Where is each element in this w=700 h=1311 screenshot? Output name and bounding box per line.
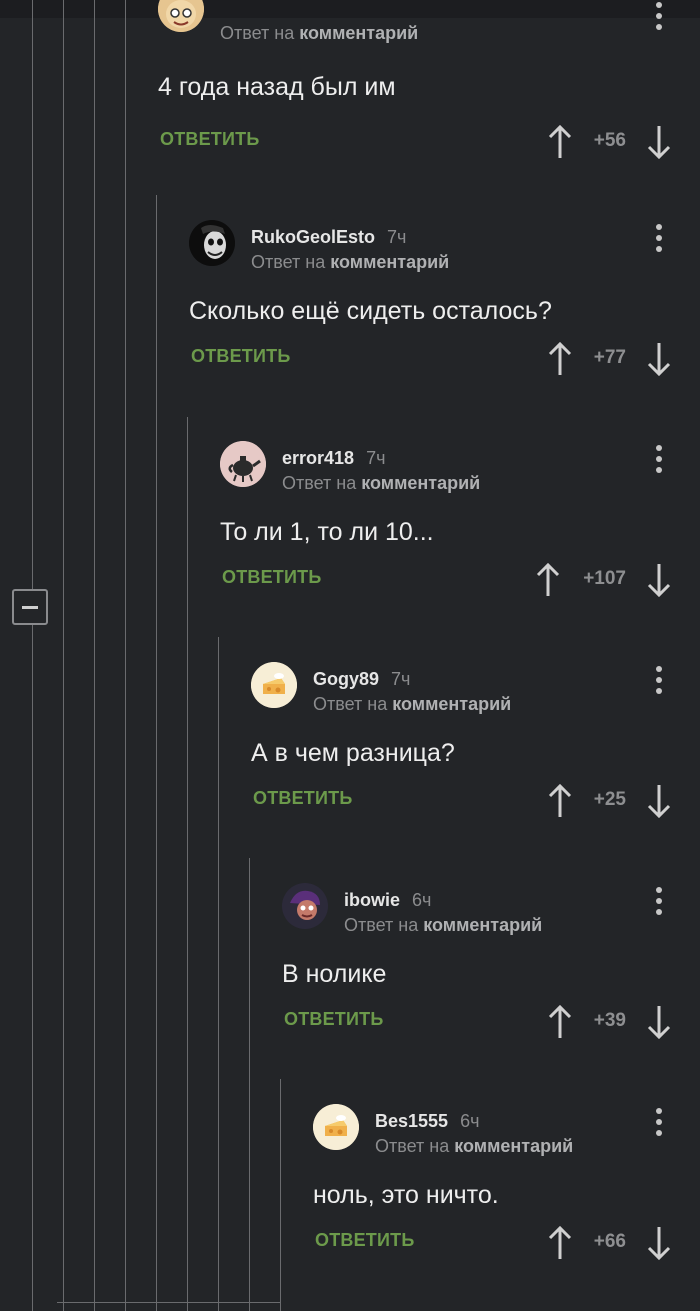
thread-line <box>57 1302 280 1303</box>
reply-info: Ответ на комментарий <box>344 915 543 935</box>
username-link[interactable]: ibowie 6ч <box>344 890 431 911</box>
timestamp: 7ч <box>366 448 386 468</box>
reply-button[interactable]: ОТВЕТИТЬ <box>191 346 290 367</box>
downvote-icon[interactable] <box>646 563 672 598</box>
score: +56 <box>593 130 626 151</box>
thread-line <box>218 637 219 1311</box>
upvote-icon[interactable] <box>547 1004 573 1039</box>
reply-target-link[interactable]: комментарий <box>454 1136 573 1156</box>
comment-text: В нолике <box>282 960 387 988</box>
downvote-icon[interactable] <box>646 784 672 819</box>
downvote-icon[interactable] <box>646 1005 672 1040</box>
reply-info: Ответ на комментарий <box>313 694 512 714</box>
comment-text: Сколько ещё сидеть осталось? <box>189 297 552 325</box>
collapse-thread-button[interactable] <box>12 589 48 625</box>
thread-line <box>94 0 95 1311</box>
teapot-avatar[interactable] <box>220 441 266 487</box>
thread-line <box>187 417 188 1311</box>
reply-target-link[interactable]: комментарий <box>299 23 418 43</box>
score: +77 <box>593 347 626 368</box>
reply-button[interactable]: ОТВЕТИТЬ <box>253 788 352 809</box>
reply-info: Ответ на комментарий <box>282 473 481 493</box>
thread-line <box>280 1079 281 1311</box>
comment-actions: ОТВЕТИТЬ +66 <box>313 1222 678 1262</box>
comment-text: То ли 1, то ли 10... <box>220 518 434 546</box>
default-cheese-avatar[interactable] <box>313 1104 359 1150</box>
more-options-icon[interactable] <box>655 445 663 479</box>
downvote-icon[interactable] <box>646 1226 672 1261</box>
downvote-icon[interactable] <box>646 342 672 377</box>
upvote-icon[interactable] <box>547 124 573 159</box>
reply-button[interactable]: ОТВЕТИТЬ <box>315 1230 414 1251</box>
comment-actions: ОТВЕТИТЬ +77 <box>189 338 678 378</box>
cartoon-face-avatar[interactable] <box>158 0 204 32</box>
username-link[interactable]: error418 7ч <box>282 448 385 469</box>
username-link[interactable]: Gogy89 7ч <box>313 669 410 690</box>
comment-actions: ОТВЕТИТЬ +56 <box>158 121 678 161</box>
downvote-icon[interactable] <box>646 125 672 160</box>
reply-info: Ответ на комментарий <box>220 23 419 43</box>
timestamp: 6ч <box>460 1111 480 1131</box>
reply-info: Ответ на комментарий <box>251 252 450 272</box>
score: +39 <box>593 1010 626 1031</box>
reply-button[interactable]: ОТВЕТИТЬ <box>222 567 321 588</box>
comment-text: ноль, это ничто. <box>313 1181 499 1209</box>
joker-avatar[interactable] <box>189 220 235 266</box>
thread-line <box>63 0 64 1311</box>
reply-target-link[interactable]: комментарий <box>361 473 480 493</box>
reply-button[interactable]: ОТВЕТИТЬ <box>284 1009 383 1030</box>
default-cheese-avatar[interactable] <box>251 662 297 708</box>
timestamp: 7ч <box>387 227 407 247</box>
more-options-icon[interactable] <box>655 666 663 700</box>
more-options-icon[interactable] <box>655 2 663 36</box>
comment-actions: ОТВЕТИТЬ +25 <box>251 780 678 820</box>
thread-line <box>249 858 250 1311</box>
reply-info: Ответ на комментарий <box>375 1136 574 1156</box>
thread-line <box>156 195 157 1311</box>
username-link[interactable]: RukoGeolEsto 7ч <box>251 227 406 248</box>
more-options-icon[interactable] <box>655 224 663 258</box>
timestamp: 6ч <box>412 890 432 910</box>
top-bar <box>0 0 700 18</box>
thread-line <box>125 0 126 1311</box>
reply-target-link[interactable]: комментарий <box>423 915 542 935</box>
comment-actions: ОТВЕТИТЬ +39 <box>282 1001 678 1041</box>
reply-target-link[interactable]: комментарий <box>330 252 449 272</box>
upvote-icon[interactable] <box>535 562 561 597</box>
upvote-icon[interactable] <box>547 341 573 376</box>
thread-line <box>32 0 33 589</box>
username-link[interactable]: Bes1555 6ч <box>375 1111 479 1132</box>
comment-actions: ОТВЕТИТЬ +107 <box>220 559 678 599</box>
more-options-icon[interactable] <box>655 1108 663 1142</box>
reply-target-link[interactable]: комментарий <box>392 694 511 714</box>
upvote-icon[interactable] <box>547 783 573 818</box>
score: +25 <box>593 789 626 810</box>
thread-line <box>32 625 33 1311</box>
score: +66 <box>593 1231 626 1252</box>
timestamp: 7ч <box>391 669 411 689</box>
more-options-icon[interactable] <box>655 887 663 921</box>
upvote-icon[interactable] <box>547 1225 573 1260</box>
comment-text: 4 года назад был им <box>158 73 396 101</box>
cartoon-character-avatar[interactable] <box>282 883 328 929</box>
comment-text: А в чем разница? <box>251 739 455 767</box>
score: +107 <box>583 568 626 589</box>
reply-button[interactable]: ОТВЕТИТЬ <box>160 129 259 150</box>
